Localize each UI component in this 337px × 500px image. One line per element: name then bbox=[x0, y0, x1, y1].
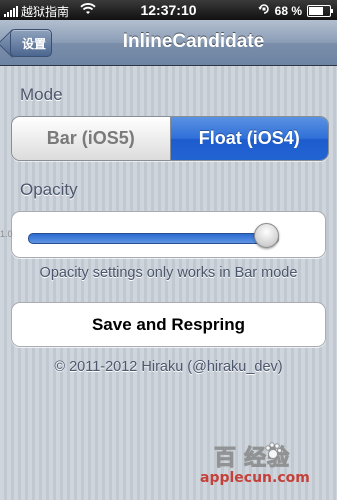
back-button-label: 设置 bbox=[21, 36, 46, 51]
mode-option-float-label: Float (iOS4) bbox=[198, 128, 300, 148]
watermark-url: applecun.com bbox=[200, 470, 310, 486]
opacity-note: Opacity settings only works in Bar mode bbox=[39, 265, 298, 281]
opacity-slider-card: 1.0 bbox=[0, 211, 326, 258]
save-and-respring-label: Save and Respring bbox=[91, 314, 246, 334]
opacity-section-label: Opacity bbox=[20, 180, 78, 199]
mode-section-label: Mode bbox=[20, 85, 63, 104]
opacity-slider-thumb[interactable] bbox=[254, 223, 279, 248]
watermark-logo: 百 经验 applecun.com bbox=[200, 440, 330, 490]
battery-icon bbox=[307, 4, 333, 17]
back-button[interactable]: 设置 bbox=[10, 29, 52, 57]
mode-option-bar[interactable]: Bar (iOS5) bbox=[12, 117, 171, 160]
battery-percent: 68 % bbox=[274, 3, 302, 18]
opacity-min-label: 1.0 bbox=[0, 229, 13, 239]
opacity-slider-track[interactable] bbox=[28, 233, 269, 244]
page-title: InlineCandidate bbox=[122, 31, 265, 52]
status-bar: 越狱指南 12:37:10 68 % bbox=[0, 0, 337, 20]
save-and-respring-button[interactable]: Save and Respring bbox=[11, 302, 326, 347]
mode-option-float[interactable]: Float (iOS4) bbox=[170, 117, 328, 160]
navigation-bar: 设置 InlineCandidate bbox=[0, 20, 337, 66]
mode-option-bar-label: Bar (iOS5) bbox=[46, 128, 135, 148]
mode-segmented-control: Bar (iOS5) Float (iOS4) bbox=[11, 116, 329, 161]
copyright-footer: © 2011-2012 Hiraku (@hiraku_dev) bbox=[54, 359, 283, 375]
lock-rotation-icon bbox=[258, 3, 270, 18]
paw-icon bbox=[265, 442, 282, 459]
